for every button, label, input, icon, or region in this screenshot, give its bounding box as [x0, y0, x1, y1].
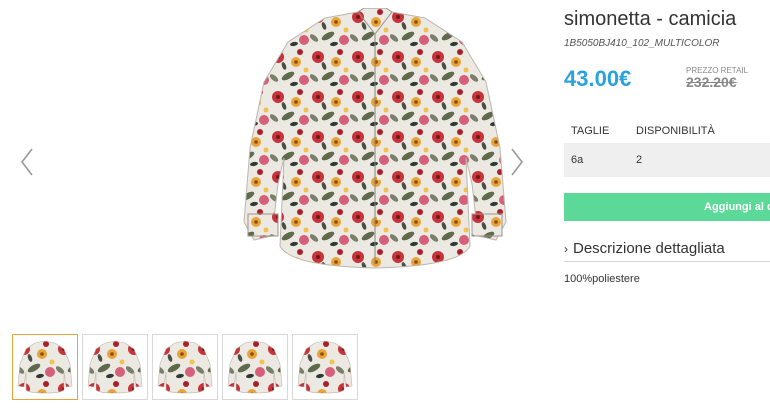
size-column-header: TAGLIE: [571, 125, 610, 137]
table-row[interactable]: 6a 2: [564, 143, 770, 177]
description-toggle-label: Descrizione dettagliata: [573, 240, 725, 257]
availability-cell: 2: [636, 154, 643, 166]
availability-column-header: DISPONIBILITÀ: [636, 125, 715, 137]
product-main-image[interactable]: [230, 7, 520, 276]
product-sku: 1B5050BJ410_102_MULTICOLOR: [564, 38, 720, 49]
product-price: 43.00€: [564, 66, 632, 91]
description-text: 100%poliestere: [564, 273, 640, 285]
product-gallery: [0, 0, 545, 400]
shirt-image: [243, 7, 507, 269]
chevron-right-icon: [511, 148, 524, 176]
product-info: simonetta - camicia 1B5050BJ410_102_MULT…: [564, 0, 770, 413]
shirt-thumbnail-image: [17, 340, 73, 394]
size-cell: 6a: [571, 154, 584, 166]
add-to-cart-button[interactable]: Aggiungi al ca: [564, 193, 770, 221]
chevron-right-icon: ›: [564, 241, 568, 256]
thumbnail-3[interactable]: [152, 334, 218, 400]
thumbnail-strip: [12, 334, 358, 400]
stock-table: TAGLIE DISPONIBILITÀ 6a 2: [564, 120, 770, 177]
product-title: simonetta - camicia: [564, 8, 737, 30]
chevron-left-icon: [20, 148, 33, 176]
shirt-thumbnail-image: [227, 340, 283, 394]
shirt-thumbnail-image: [87, 340, 143, 394]
gallery-next-button[interactable]: [504, 145, 528, 179]
gallery-prev-button[interactable]: [16, 145, 40, 179]
thumbnail-1[interactable]: [12, 334, 78, 400]
thumbnail-5[interactable]: [292, 334, 358, 400]
retail-price: 232.20€: [686, 74, 737, 90]
stock-table-header: TAGLIE DISPONIBILITÀ: [564, 120, 770, 142]
description-toggle[interactable]: › Descrizione dettagliata: [564, 236, 770, 262]
thumbnail-2[interactable]: [82, 334, 148, 400]
shirt-thumbnail-image: [297, 340, 353, 394]
shirt-thumbnail-image: [157, 340, 213, 394]
thumbnail-4[interactable]: [222, 334, 288, 400]
